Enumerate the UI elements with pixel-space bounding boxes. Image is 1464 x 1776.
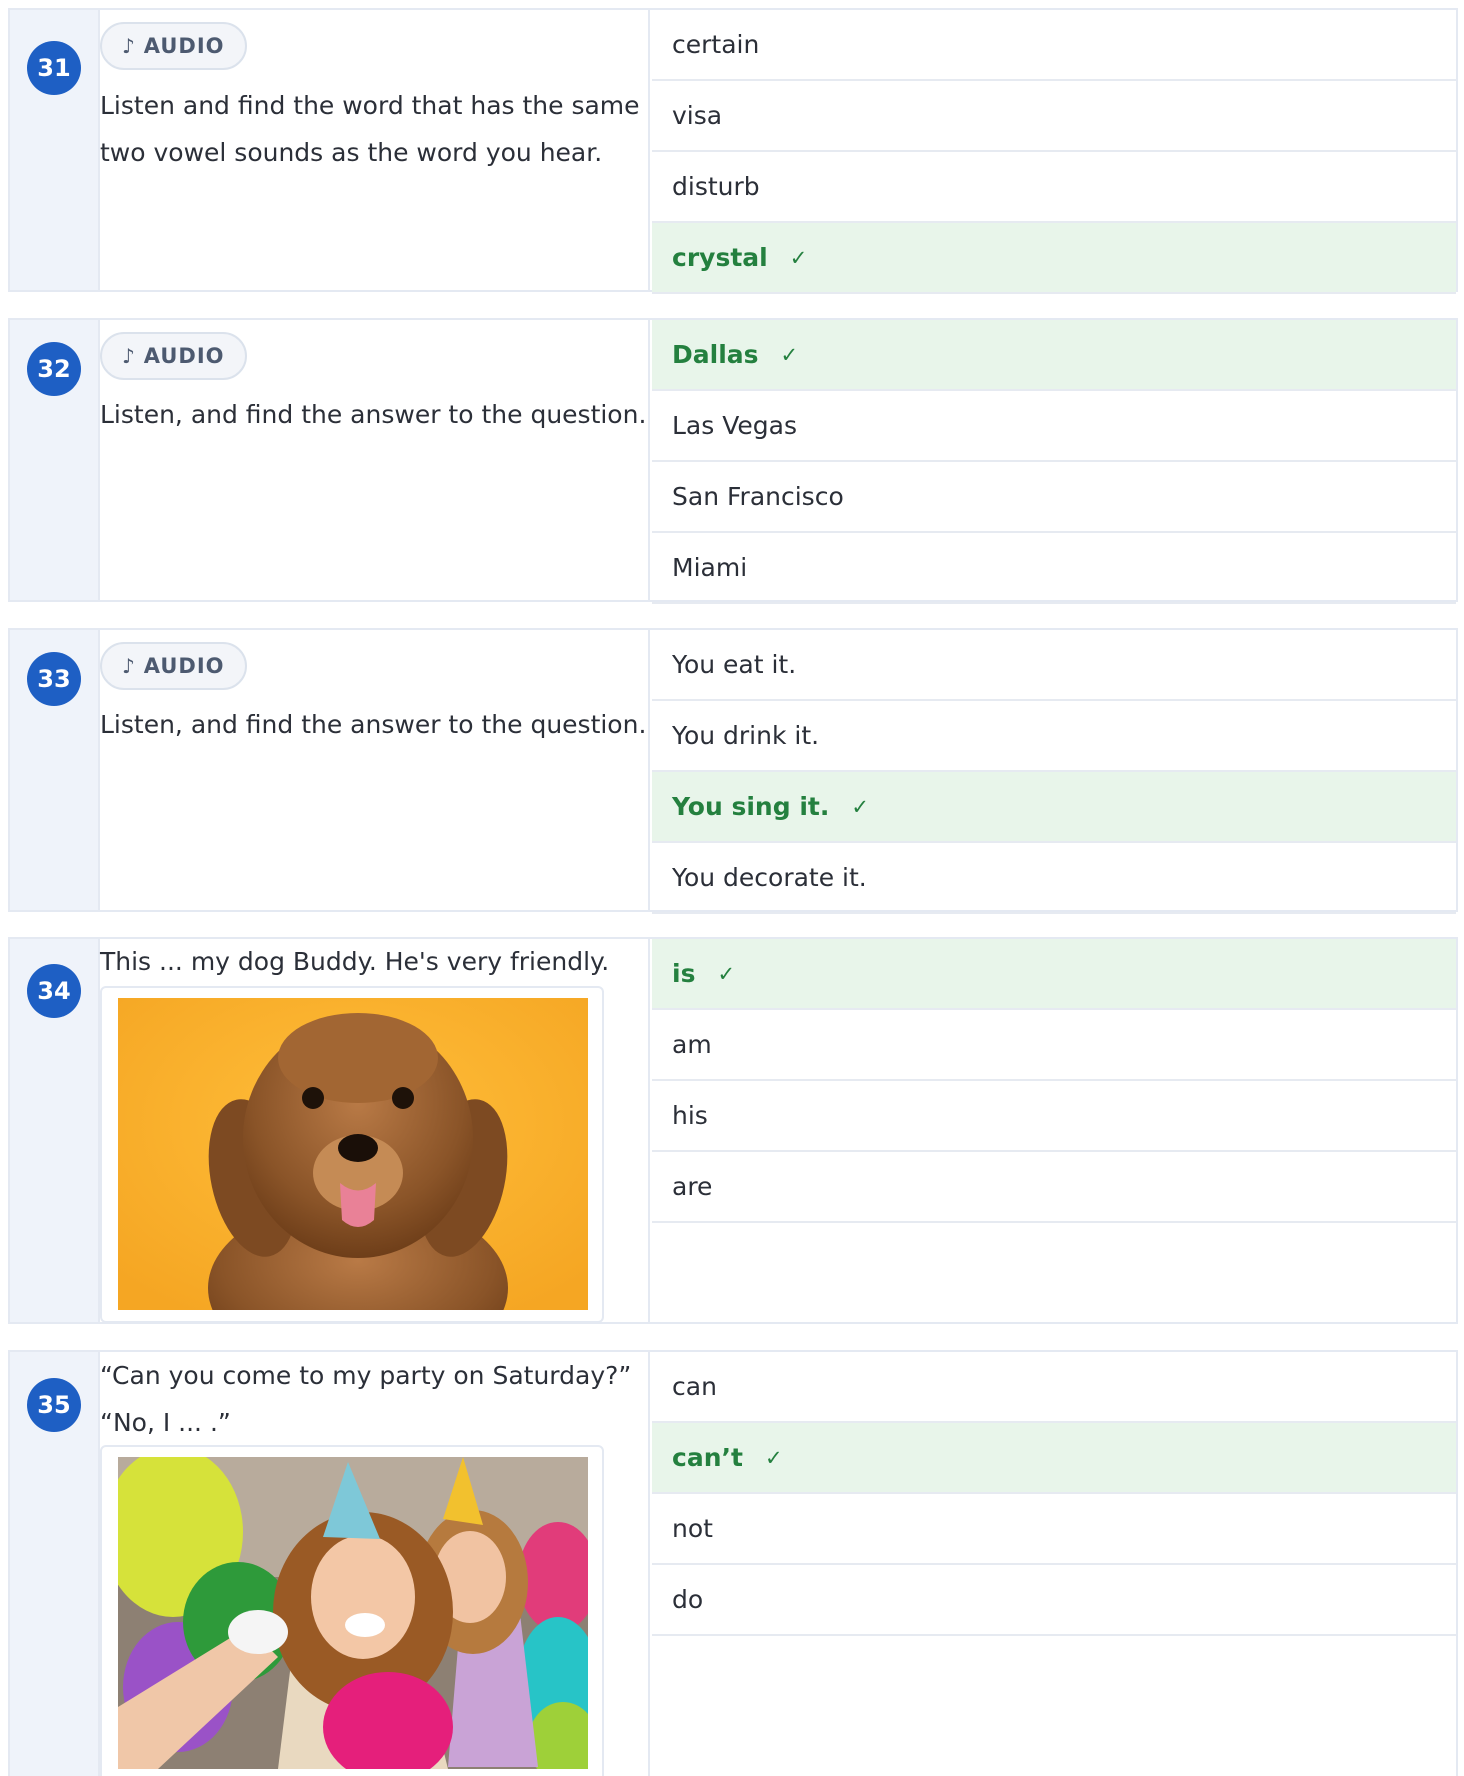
question-prompt: ♪ AUDIO Listen, and find the answer to t… [100,630,650,910]
question-card-33: 33 ♪ AUDIO Listen, and find the answer t… [8,628,1458,914]
check-icon: ✓ [764,1445,783,1470]
option-text: San Francisco [672,482,844,511]
answer-options: Dallas ✓ Las Vegas San Francisco Miami [652,320,1456,604]
question-number-column: 34 [10,939,100,1322]
option-text: can [672,1372,717,1401]
question-text: Listen, and find the answer to the quest… [100,710,647,739]
option-text: You drink it. [672,721,820,750]
question-number-column: 35 [10,1352,100,1776]
option-text: are [672,1172,713,1201]
question-number-column: 32 [10,320,100,600]
question-prompt: “Can you come to my party on Saturday?” … [100,1352,650,1776]
check-icon: ✓ [789,245,808,270]
option-text: his [672,1101,708,1130]
answer-options: is ✓ am his are [652,939,1456,1223]
check-icon: ✓ [780,342,799,367]
music-note-icon: ♪ [122,344,136,368]
question-number-column: 31 [10,10,100,290]
option-text: visa [672,101,723,130]
question-prompt: ♪ AUDIO Listen and find the word that ha… [100,10,650,290]
answer-option-correct[interactable]: crystal ✓ [652,223,1456,294]
question-text: Listen, and find the answer to the quest… [100,400,647,429]
question-card-35: 35 “Can you come to my party on Saturday… [8,1350,1458,1776]
option-text: Miami [672,553,748,582]
option-text: You eat it. [672,650,797,679]
option-text: You sing it. [672,792,830,821]
question-text-line-2: “No, I ... .” [100,1408,231,1437]
answer-option[interactable]: not [652,1494,1456,1565]
answer-options: certain visa disturb crystal ✓ [652,10,1456,294]
question-number-badge: 34 [27,964,81,1018]
audio-label: AUDIO [143,344,225,368]
question-number-badge: 32 [27,342,81,396]
answer-option[interactable]: am [652,1010,1456,1081]
question-text-line-1: “Can you come to my party on Saturday?” [100,1361,632,1390]
answer-option[interactable]: visa [652,81,1456,152]
answer-option[interactable]: Las Vegas [652,391,1456,462]
question-number-badge: 31 [27,41,81,95]
audio-play-button[interactable]: ♪ AUDIO [100,22,247,70]
question-number-badge: 33 [27,652,81,706]
answer-option-correct[interactable]: You sing it. ✓ [652,772,1456,843]
answer-option-correct[interactable]: can’t ✓ [652,1423,1456,1494]
option-text: Las Vegas [672,411,797,440]
option-text: Dallas [672,340,759,369]
question-text: This ... my dog Buddy. He's very friendl… [100,947,610,976]
answer-options: can can’t ✓ not do [652,1352,1456,1636]
option-text: certain [672,30,760,59]
option-text: crystal [672,243,768,272]
question-number-badge: 35 [27,1378,81,1432]
check-icon: ✓ [717,961,736,986]
option-text: You decorate it. [672,863,867,892]
audio-label: AUDIO [143,654,225,678]
answer-option[interactable]: do [652,1565,1456,1636]
answer-option[interactable]: You drink it. [652,701,1456,772]
option-text: can’t [672,1443,743,1472]
question-text: Listen and find the word that has the sa… [100,91,640,167]
answer-option[interactable]: certain [652,10,1456,81]
option-text: not [672,1514,713,1543]
audio-play-button[interactable]: ♪ AUDIO [100,642,247,690]
dog-photo [100,986,604,1323]
question-card-32: 32 ♪ AUDIO Listen, and find the answer t… [8,318,1458,604]
answer-option-correct[interactable]: Dallas ✓ [652,320,1456,391]
question-card-34: 34 This ... my dog Buddy. He's very frie… [8,937,1458,1324]
music-note-icon: ♪ [122,654,136,678]
question-prompt: ♪ AUDIO Listen, and find the answer to t… [100,320,650,600]
answer-option[interactable]: You eat it. [652,630,1456,701]
music-note-icon: ♪ [122,34,136,58]
answer-option[interactable]: are [652,1152,1456,1223]
option-text: is [672,959,696,988]
question-number-column: 33 [10,630,100,910]
answer-option-correct[interactable]: is ✓ [652,939,1456,1010]
answer-option[interactable]: You decorate it. [652,843,1456,914]
dog-image [118,998,588,1310]
check-icon: ✓ [851,794,869,819]
party-photo [100,1445,604,1776]
answer-options: You eat it. You drink it. You sing it. ✓ … [652,630,1456,914]
audio-label: AUDIO [143,34,225,58]
answer-option[interactable]: disturb [652,152,1456,223]
answer-option[interactable]: Miami [652,533,1456,604]
answer-option[interactable]: San Francisco [652,462,1456,533]
party-image [118,1457,588,1769]
answer-option[interactable]: his [652,1081,1456,1152]
option-text: do [672,1585,704,1614]
answer-option[interactable]: can [652,1352,1456,1423]
question-prompt: This ... my dog Buddy. He's very friendl… [100,939,650,1323]
question-card-31: 31 ♪ AUDIO Listen and find the word that… [8,8,1458,294]
option-text: am [672,1030,712,1059]
audio-play-button[interactable]: ♪ AUDIO [100,332,247,380]
option-text: disturb [672,172,760,201]
